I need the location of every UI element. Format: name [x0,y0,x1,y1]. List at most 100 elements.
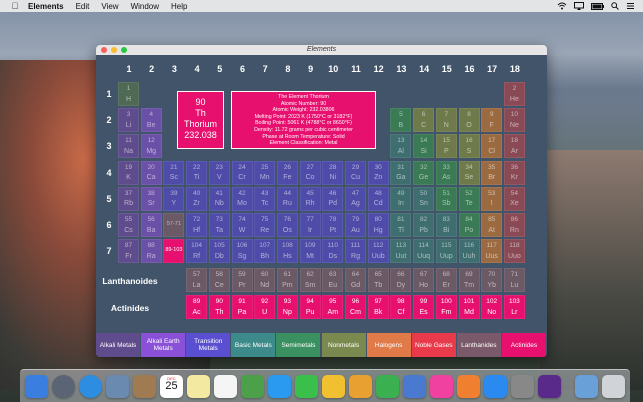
element-cell[interactable]: 72 Hf [186,213,208,237]
element-cell[interactable]: 38 Sr [140,186,162,211]
notification-center-icon[interactable] [626,2,635,10]
element-cell[interactable]: 50 Sn [413,186,435,211]
element-cell[interactable]: 16 S [458,134,480,159]
legend-item[interactable]: Noble Gases [411,333,456,357]
launchpad-icon[interactable] [52,375,75,398]
safari-icon[interactable] [79,375,102,398]
battery-icon[interactable] [591,2,604,10]
element-cell[interactable]: 15 P [435,134,457,159]
legend-item[interactable]: Halogens [366,333,411,357]
element-cell[interactable]: 51 Sb [435,186,457,211]
element-cell[interactable]: 58 Ce [208,268,230,292]
element-cell[interactable]: 114 Uuq [413,239,435,264]
element-cell[interactable]: 62 Sm [299,268,321,292]
apple-menu-icon[interactable]:  [10,1,20,11]
reminders-icon[interactable] [214,375,237,398]
element-cell[interactable]: 44 Ru [276,186,298,211]
notes-icon[interactable] [187,375,210,398]
element-cell[interactable]: 98 Cf [390,295,412,319]
finder-icon[interactable] [25,375,48,398]
element-cell[interactable]: 46 Pd [322,186,344,211]
legend-item[interactable]: Semimetals [276,333,321,357]
element-cell[interactable]: 76 Os [276,213,298,237]
element-cell[interactable]: 97 Bk [367,295,389,319]
itunes-icon[interactable] [430,375,453,398]
element-cell[interactable]: 92 U [254,295,276,319]
element-cell[interactable]: 85 At [481,213,503,237]
element-cell[interactable]: 89 Ac [186,295,208,319]
element-cell[interactable]: 106 Sg [231,239,253,264]
element-cell[interactable]: 59 Pr [231,268,253,292]
legend-item[interactable]: Alkali Earth Metals [141,333,186,357]
element-cell[interactable]: 95 Am [322,295,344,319]
element-cell[interactable]: 21 Sc [163,160,185,185]
ibooks-icon[interactable] [457,375,480,398]
element-cell[interactable]: 24 Cr [231,160,253,185]
element-cell[interactable]: 41 Nb [208,186,230,211]
legend-item[interactable]: Nonmetals [321,333,366,357]
element-cell[interactable]: 2 He [503,82,525,106]
element-cell[interactable]: 109 Mt [299,239,321,264]
element-cell[interactable]: 73 Ta [208,213,230,237]
element-cell[interactable]: 56 Ba [140,213,162,237]
element-cell[interactable]: 91 Pa [231,295,253,319]
element-cell[interactable]: 87 Fr [118,239,139,264]
wifi-icon[interactable] [557,2,567,10]
element-cell[interactable]: 18 Ar [503,134,525,159]
element-cell[interactable]: 70 Yb [481,268,503,292]
element-cell[interactable]: 32 Ge [413,160,435,185]
element-cell[interactable]: 26 Fe [276,160,298,185]
element-cell[interactable]: 43 Tc [254,186,276,211]
element-cell[interactable]: 71 Lu [503,268,525,292]
legend-item[interactable]: Alkali Metals [96,333,141,357]
numbers-icon[interactable] [376,375,399,398]
element-cell[interactable]: 96 Cm [345,295,366,319]
element-cell[interactable]: 55 Cs [118,213,139,237]
element-cell[interactable]: 17 Cl [481,134,503,159]
element-cell[interactable]: 25 Mn [254,160,276,185]
element-cell[interactable]: 22 Ti [186,160,208,185]
element-cell[interactable]: 40 Zr [186,186,208,211]
element-cell[interactable]: 27 Co [299,160,321,185]
element-cell[interactable]: 48 Cd [367,186,389,211]
element-cell[interactable]: 1H [118,82,139,106]
downloads-icon[interactable] [575,375,598,398]
element-cell[interactable]: 102 No [481,295,503,319]
legend-item[interactable]: Transition Metals [186,333,231,357]
element-cell[interactable]: 69 Tm [458,268,480,292]
element-cell[interactable]: 65 Tb [367,268,389,292]
elements-icon[interactable] [538,375,561,398]
element-cell[interactable]: 12 Mg [140,134,162,159]
element-cell[interactable]: 54 Xe [503,186,525,211]
element-cell[interactable]: 53 I [481,186,503,211]
pages-icon[interactable] [349,375,372,398]
menu-window[interactable]: Window [131,2,159,11]
element-cell[interactable]: 7N [435,108,457,133]
element-cell[interactable]: 111 Rg [345,239,366,264]
element-cell[interactable]: 52 Te [458,186,480,211]
element-cell[interactable]: 107 Bh [254,239,276,264]
element-cell[interactable]: 78 Pt [322,213,344,237]
element-cell[interactable]: 57 La [186,268,208,292]
legend-item[interactable]: Lanthanides [456,333,501,357]
facetime-icon[interactable] [295,375,318,398]
element-cell[interactable]: 33 As [435,160,457,185]
legend-item[interactable]: Actinides [501,333,546,357]
element-cell[interactable]: 90 Th [208,295,230,319]
element-cell[interactable]: 4 Be [140,108,162,133]
element-cell[interactable]: 3 Li [118,108,139,133]
element-cell[interactable]: 99 Es [413,295,435,319]
contacts-icon[interactable] [133,375,156,398]
element-cell[interactable]: 14 Si [413,134,435,159]
airplay-icon[interactable] [574,2,584,10]
messages-icon[interactable] [268,375,291,398]
element-cell[interactable]: 74 W [231,213,253,237]
preview-icon[interactable] [106,375,129,398]
element-cell[interactable]: 8O [458,108,480,133]
element-cell[interactable]: 66 Dy [390,268,412,292]
element-cell[interactable]: 9F [481,108,503,133]
element-cell[interactable]: 100 Fm [435,295,457,319]
element-cell[interactable]: 13 Al [390,134,412,159]
maps-icon[interactable] [241,375,264,398]
element-cell[interactable]: 84 Po [458,213,480,237]
